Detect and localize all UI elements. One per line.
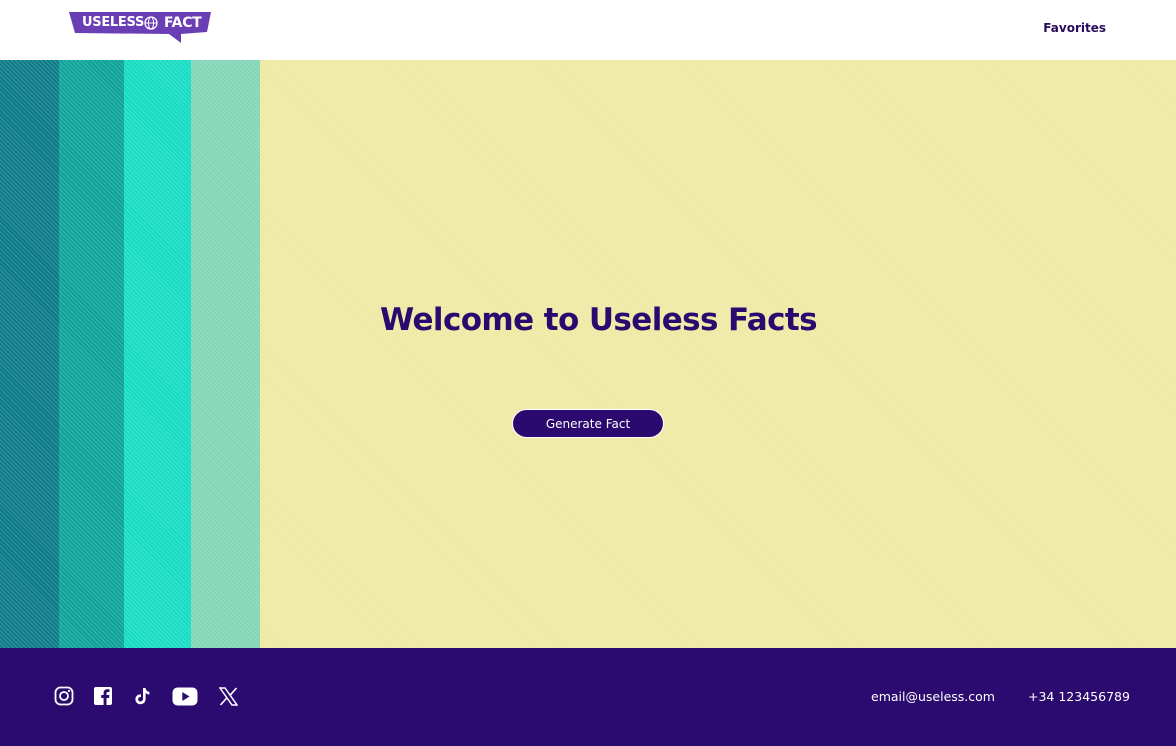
tiktok-icon[interactable] [131,685,153,707]
decorative-stripe [59,60,124,648]
x-icon[interactable] [217,685,239,707]
page: USELESS FACT Favorites Welcome to Useles… [0,0,1176,746]
globe-icon [144,16,158,30]
hero-section: Welcome to Useless Facts Generate Fact [0,60,1176,648]
logo-text-fact: FACT [164,15,202,31]
logo[interactable]: USELESS FACT [69,12,211,43]
footer-email-link[interactable]: email@useless.com [871,689,995,704]
youtube-icon[interactable] [172,685,198,707]
decorative-stripe [191,60,260,648]
logo-text-useless: USELESS [82,15,145,30]
facebook-icon[interactable] [92,685,114,707]
site-footer: email@useless.com +34 123456789 [0,648,1176,746]
footer-phone-link[interactable]: +34 123456789 [1028,689,1130,704]
hero-title: Welcome to Useless Facts [380,302,818,338]
site-header: USELESS FACT Favorites [0,0,1176,60]
decorative-stripe [124,60,191,648]
instagram-icon[interactable] [53,685,75,707]
decorative-stripe [0,60,59,648]
nav-favorites-link[interactable]: Favorites [1043,21,1106,35]
generate-fact-button[interactable]: Generate Fact [512,409,664,438]
